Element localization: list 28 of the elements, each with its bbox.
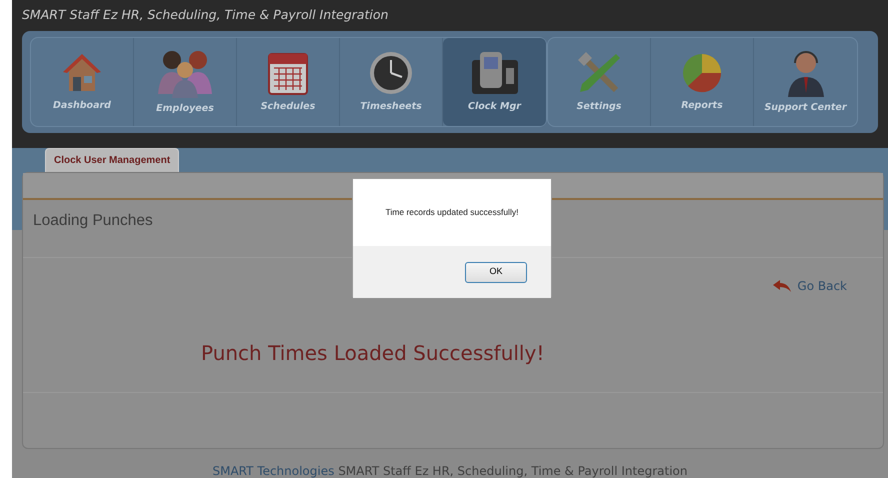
nav-item[interactable]: Schedules (237, 38, 340, 126)
app-title: SMART Staff Ez HR, Scheduling, Time & Payroll Integration (22, 6, 390, 24)
nav-item[interactable]: Employees (134, 38, 237, 126)
footer-text: SMART Staff Ez HR, Scheduling, Time & Payroll Integration (338, 464, 688, 478)
nav-label: Timesheets (360, 100, 422, 114)
nav-item[interactable]: Timesheets (340, 38, 443, 126)
nav-item[interactable]: Support Center (754, 38, 857, 126)
nav-label: Dashboard (53, 98, 111, 113)
nav-label: Settings (576, 100, 622, 114)
nav-item[interactable]: Reports (651, 38, 754, 126)
nav-label: Support Center (764, 100, 847, 115)
nav-label: Schedules (260, 100, 316, 114)
success-message: Punch Times Loaded Successfully! (201, 340, 544, 366)
dialog-message: Time records updated successfully! (386, 206, 518, 219)
nav-label: Reports (681, 98, 723, 113)
back-arrow-icon (773, 280, 792, 292)
tab[interactable]: Clock User Management (45, 148, 180, 172)
nav-label: Clock Mgr (468, 100, 521, 114)
nav-item[interactable]: Dashboard (31, 38, 134, 126)
nav-label: Employees (156, 102, 214, 116)
nav-item[interactable]: Settings (548, 38, 651, 126)
time-clock-icon (470, 50, 520, 96)
footer-link[interactable]: SMART Technologies (212, 464, 334, 478)
nav-item[interactable]: Clock Mgr (443, 38, 546, 126)
ok-button[interactable]: OK (465, 262, 527, 282)
clock-icon (368, 50, 414, 96)
go-back-link[interactable]: Go Back (773, 276, 847, 294)
section-heading: Loading Punches (33, 212, 153, 229)
